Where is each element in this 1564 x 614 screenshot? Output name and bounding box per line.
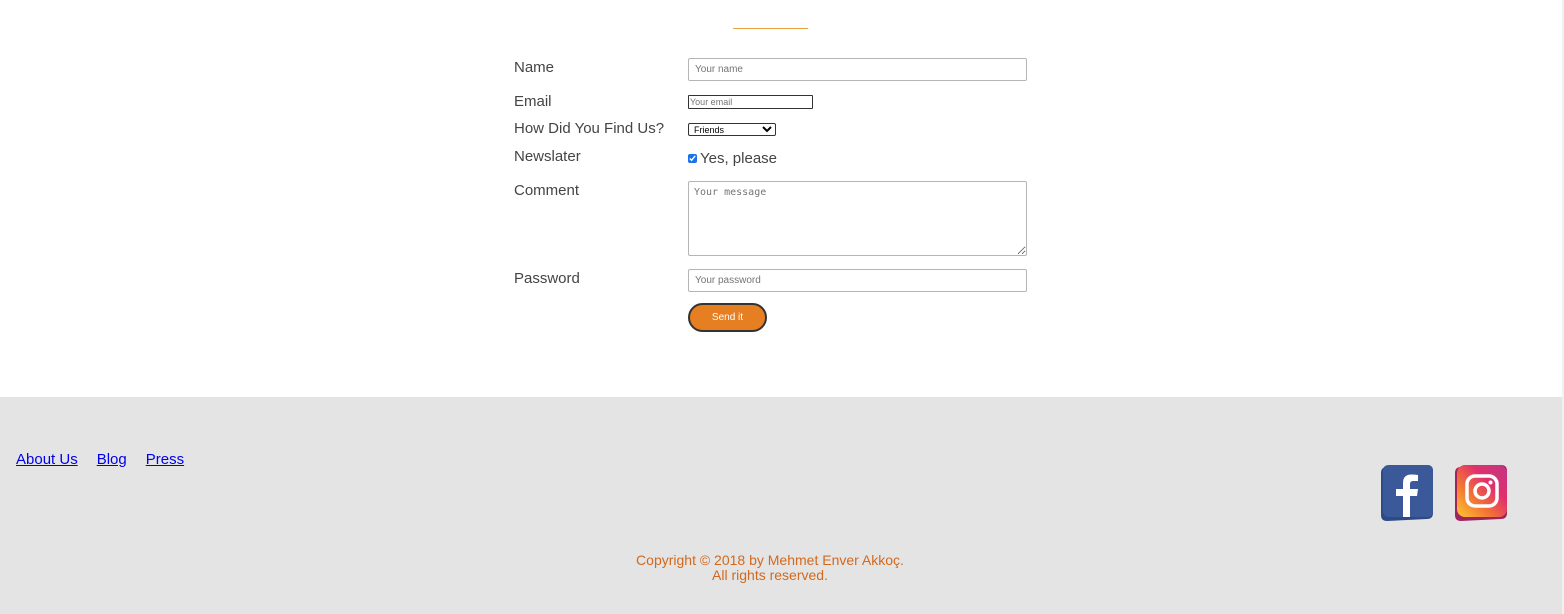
newsletter-label: Newslater	[514, 148, 581, 165]
footer-link-blog[interactable]: Blog	[97, 451, 127, 468]
source-label: How Did You Find Us?	[514, 120, 665, 137]
newsletter-checkbox-group: Yes, please	[688, 150, 777, 167]
comment-label: Comment	[514, 182, 580, 199]
copyright: Copyright © 2018 by Mehmet Enver Akkoç. …	[0, 553, 1540, 583]
name-input[interactable]	[688, 58, 1027, 81]
password-input[interactable]	[688, 269, 1027, 292]
newsletter-checkbox[interactable]	[688, 154, 697, 163]
heading-underline	[733, 28, 808, 29]
copyright-line-1: Copyright © 2018 by Mehmet Enver Akkoç.	[636, 552, 904, 568]
email-label: Email	[514, 93, 552, 110]
newsletter-checkbox-label[interactable]: Yes, please	[700, 150, 777, 167]
facebook-icon[interactable]	[1379, 465, 1433, 521]
footer-nav: About Us Blog Press	[16, 451, 184, 468]
contact-form-section: Name Email How Did You Find Us? Friends …	[0, 0, 1564, 397]
footer-link-about-us[interactable]: About Us	[16, 451, 78, 468]
copyright-line-2: All rights reserved.	[712, 567, 828, 583]
comment-textarea[interactable]	[688, 181, 1027, 256]
footer-link-press[interactable]: Press	[146, 451, 184, 468]
footer: About Us Blog Press Copyright © 2018 by …	[0, 397, 1562, 614]
name-label: Name	[514, 59, 555, 76]
password-label: Password	[514, 270, 580, 287]
send-button[interactable]: Send it	[688, 303, 767, 332]
email-input[interactable]	[688, 95, 813, 109]
source-select[interactable]: Friends	[688, 123, 776, 136]
instagram-icon[interactable]	[1453, 465, 1507, 521]
